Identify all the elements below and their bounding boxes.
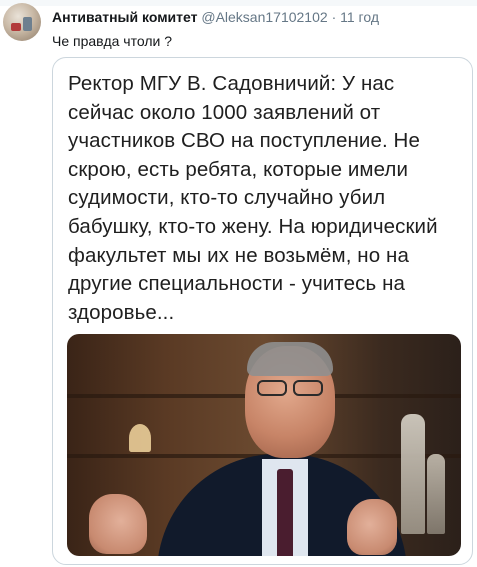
author-handle[interactable]: @Aleksan17102102 <box>201 9 327 25</box>
previous-tweet-edge <box>0 0 477 6</box>
avatar[interactable] <box>3 3 41 41</box>
tower-model-shape <box>401 414 425 534</box>
tweet-text: Че правда чтоли ? <box>52 33 172 49</box>
quoted-image-card[interactable]: Ректор МГУ В. Садовничий: У нас сейчас о… <box>52 57 473 565</box>
avatar-detail <box>11 23 21 31</box>
glasses <box>255 380 327 398</box>
person-tie <box>277 469 293 556</box>
quote-photo[interactable] <box>67 334 461 556</box>
avatar-detail <box>23 17 32 31</box>
tower-model-shape <box>427 454 445 534</box>
person-hair <box>247 342 333 376</box>
header-separator: · <box>331 9 337 25</box>
lamp-shape <box>129 424 151 452</box>
person-hand-right <box>347 499 397 555</box>
person-hand-left <box>89 494 147 554</box>
tweet-header: Антиватный комитет @Aleksan17102102 · 11… <box>52 8 379 28</box>
author-name[interactable]: Антиватный комитет <box>52 9 197 25</box>
tweet-time[interactable]: 11 год <box>340 9 379 25</box>
quote-text: Ректор МГУ В. Садовничий: У нас сейчас о… <box>68 72 438 324</box>
